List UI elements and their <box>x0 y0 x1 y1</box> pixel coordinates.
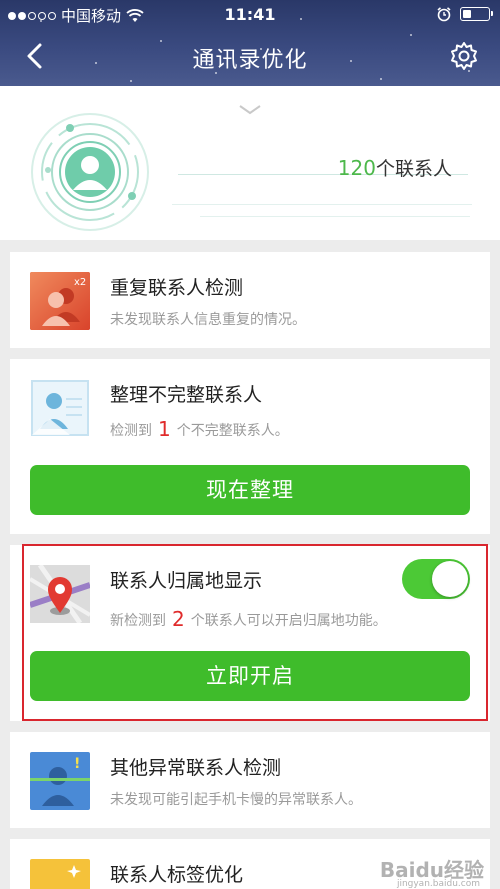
status-bar: 中国移动 11:41 <box>0 0 500 28</box>
duplicate-contacts-icon: x2 <box>30 272 90 330</box>
desc-prefix: 检测到 <box>110 423 152 439</box>
contact-count-number: 120 <box>337 156 376 180</box>
settings-gear-icon[interactable] <box>448 40 480 72</box>
contact-tag-icon <box>30 859 90 889</box>
card-title: 其他异常联系人检测 <box>110 757 282 779</box>
card-title: 联系人标签优化 <box>110 864 244 886</box>
incomplete-contacts-card: 整理不完整联系人 检测到 1 个不完整联系人。 现在整理 <box>10 359 490 534</box>
incomplete-count: 1 <box>158 417 171 441</box>
divider-line <box>172 204 472 205</box>
battery-icon <box>460 7 493 21</box>
abnormal-contacts-card[interactable]: ! 其他异常联系人检测 未发现可能引起手机卡慢的异常联系人。 <box>10 732 490 828</box>
contacts-summary-panel: 120个联系人 <box>0 86 500 240</box>
card-title: 整理不完整联系人 <box>110 384 263 406</box>
highlight-frame <box>22 544 488 721</box>
contact-count: 120个联系人 <box>338 154 452 181</box>
svg-text:!: ! <box>74 756 80 772</box>
incomplete-contact-icon <box>31 380 89 436</box>
duplicate-badge: x2 <box>74 277 86 288</box>
card-title: 重复联系人检测 <box>110 277 244 299</box>
duplicate-contacts-card[interactable]: x2 重复联系人检测 未发现联系人信息重复的情况。 <box>10 252 490 348</box>
status-time: 11:41 <box>224 5 276 24</box>
abnormal-contact-icon: ! <box>30 752 90 810</box>
page-title: 通讯录优化 <box>192 48 308 73</box>
card-description: 未发现联系人信息重复的情况。 <box>110 312 306 328</box>
card-description: 未发现可能引起手机卡慢的异常联系人。 <box>110 792 362 808</box>
desc-suffix: 个不完整联系人。 <box>176 423 289 439</box>
alarm-icon <box>437 7 451 22</box>
contact-count-suffix: 个联系人 <box>375 158 452 180</box>
chevron-down-icon[interactable] <box>238 104 262 116</box>
watermark-url: jingyan.baidu.com <box>396 879 480 889</box>
organize-now-button[interactable]: 现在整理 <box>30 465 470 515</box>
card-description: 检测到 1 个不完整联系人。 <box>110 416 289 441</box>
contacts-radar-icon <box>31 113 149 231</box>
header: 中国移动 11:41 通讯录优化 <box>0 0 500 86</box>
navigation-bar: 通讯录优化 <box>0 30 500 82</box>
divider-line <box>200 216 470 217</box>
